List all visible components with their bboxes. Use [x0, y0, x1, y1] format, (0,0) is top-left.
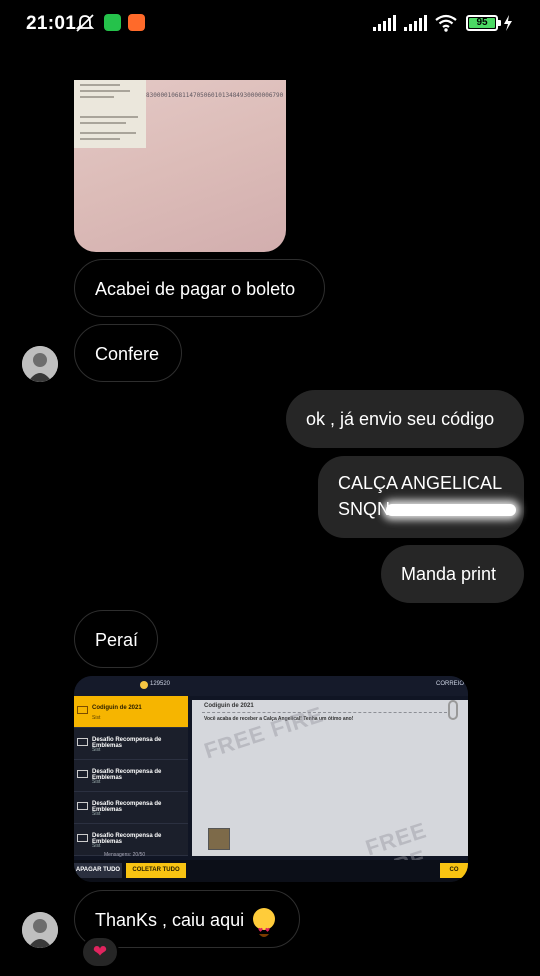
mail-detail-panel: Codiguin de 2021 Você acaba de receber a… — [192, 700, 468, 882]
mail-item[interactable]: Desafio Recompensa de Emblemas Sist — [74, 728, 188, 760]
reward-item-icon — [208, 828, 230, 850]
battery-level: 95 — [476, 17, 488, 28]
game-screenshot-message[interactable]: 129520 CORREIO Codiguin de 2021 Sist Des… — [74, 676, 468, 882]
redeem-code-partial: SNQN — [338, 499, 391, 519]
messages-count: Mensagens: 20/50 — [104, 852, 146, 858]
paperclip-icon — [448, 700, 458, 720]
wifi-icon — [435, 14, 457, 32]
battery-icon: 95 — [466, 15, 501, 31]
mail-title: Codiguin de 2021 — [204, 703, 254, 709]
message-text: ThanKs , caiu aqui — [95, 910, 245, 930]
avatar-image — [22, 912, 58, 948]
status-bar: 21:01 95 — [0, 0, 540, 48]
mail-icon — [77, 738, 88, 746]
message-outgoing[interactable]: Manda print — [381, 545, 524, 603]
code-line: SNQN — [338, 496, 516, 522]
signal-icon — [373, 15, 396, 31]
receipt-image — [74, 80, 146, 148]
message-text: ok , já envio seu código — [306, 409, 495, 429]
game-bottom-bar: APAGAR TUDO COLETAR TUDO CO — [74, 860, 468, 882]
avatar[interactable] — [22, 912, 58, 948]
mail-icon — [77, 834, 88, 842]
coin-icon — [140, 681, 148, 689]
silent-icon — [75, 14, 95, 32]
delete-all-button[interactable]: APAGAR TUDO — [74, 863, 122, 878]
heart-eyes-emoji-icon — [253, 908, 276, 938]
message-text: Confere — [95, 344, 160, 364]
mail-icon — [77, 770, 88, 778]
mail-icon — [77, 802, 88, 810]
message-text: CALÇA ANGELICAL — [338, 473, 503, 493]
status-time: 21:01 — [26, 13, 77, 34]
receipt-photo-message[interactable]: 83000010681147050601013484930000006790 — [74, 80, 286, 252]
mail-label: CORREIO — [436, 681, 465, 687]
message-text: Acabei de pagar o boleto — [95, 279, 296, 299]
message-incoming[interactable]: Acabei de pagar o boleto — [74, 259, 325, 317]
receipt-barcode-text: 83000010681147050601013484930000006790 — [146, 92, 284, 99]
message-incoming[interactable]: Confere — [74, 324, 182, 382]
charging-icon — [504, 15, 512, 31]
message-outgoing[interactable]: ok , já envio seu código — [286, 390, 524, 448]
game-top-bar: 129520 CORREIO — [74, 676, 468, 696]
mail-item[interactable]: Desafio Recompensa de Emblemas Sist — [74, 760, 188, 792]
mail-item-selected[interactable]: Codiguin de 2021 Sist — [74, 696, 188, 728]
watermark: FREE FIRE — [201, 701, 327, 764]
code-blur-redaction — [386, 504, 516, 516]
mail-list: Codiguin de 2021 Sist Desafio Recompensa… — [74, 696, 188, 856]
heart-reaction-icon[interactable]: ❤ — [81, 936, 119, 968]
collect-all-button[interactable]: COLETAR TUDO — [126, 863, 186, 878]
avatar-image — [22, 346, 58, 382]
record-icon — [128, 14, 145, 31]
collect-button[interactable]: CO — [440, 863, 468, 878]
message-text: Peraí — [95, 630, 139, 650]
mail-item[interactable]: Desafio Recompensa de Emblemas Sist — [74, 792, 188, 824]
avatar[interactable] — [22, 346, 58, 382]
whatsapp-icon — [104, 14, 121, 31]
message-incoming[interactable]: Peraí — [74, 610, 158, 668]
mail-icon — [77, 706, 88, 714]
signal-icon — [404, 15, 427, 31]
message-outgoing-code[interactable]: CALÇA ANGELICAL SNQN — [318, 456, 524, 538]
divider — [202, 712, 447, 713]
message-text: Manda print — [401, 564, 497, 584]
coins-value: 129520 — [150, 681, 171, 687]
